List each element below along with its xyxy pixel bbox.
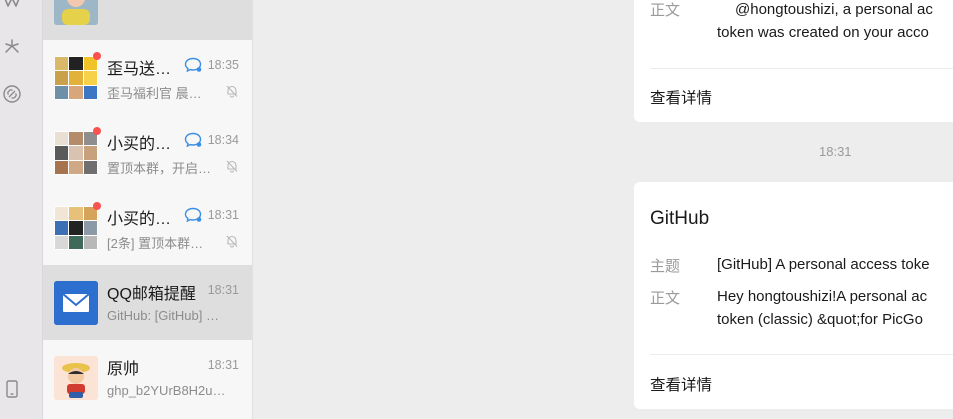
chat-time: 18:35 <box>207 58 239 72</box>
unread-dot <box>93 52 101 60</box>
group-avatar <box>54 56 98 100</box>
chat-title: 原帅 <box>107 361 140 378</box>
subject-text: [GitHub] A personal access toke <box>717 256 930 273</box>
body-line: token was created on your acco <box>717 24 929 41</box>
body-line: @hongtoushizi, a personal ac <box>735 1 933 18</box>
chat-preview: 歪马福利官 晨… <box>107 86 202 101</box>
divider <box>650 68 953 69</box>
wechat-w-icon[interactable] <box>3 0 21 10</box>
card-title: GitHub <box>650 208 710 229</box>
unread-dot <box>93 127 101 135</box>
view-details-link[interactable]: 查看详情 <box>650 373 712 395</box>
chat-time: 18:31 <box>207 283 239 297</box>
chat-item[interactable]: 小买的… 18:34 置顶本群，开启… <box>43 115 252 190</box>
chat-item-qq-mail[interactable]: QQ邮箱提醒 18:31 GitHub: [GitHub] … <box>43 265 252 340</box>
chat-bubble-icon <box>184 207 202 223</box>
chat-time: 18:31 <box>207 358 239 372</box>
group-avatar <box>54 206 98 250</box>
chat-item[interactable]: 原帅 18:31 ghp_b2YUrB8H2u… <box>43 340 252 415</box>
view-details-link[interactable]: 查看详情 <box>650 86 712 108</box>
chat-preview: ghp_b2YUrB8H2u… <box>107 383 226 398</box>
body-label: 正文 <box>650 290 681 307</box>
body-line: token (classic) &quot;for PicGo <box>717 311 923 328</box>
message-timestamp: 18:31 <box>819 144 852 159</box>
chat-preview: 置顶本群，开启… <box>107 161 212 176</box>
body-label: 正文 <box>650 2 681 19</box>
mail-card[interactable]: GitHub 主题 [GitHub] A personal access tok… <box>634 182 953 409</box>
chat-item-top[interactable] <box>43 0 252 40</box>
subject-label: 主题 <box>650 258 681 275</box>
chat-list: 歪马送… 18:35 歪马福利官 晨… 小买的… 18:34 置顶本群，开启… <box>43 0 253 419</box>
divider <box>650 354 953 355</box>
chat-preview: GitHub: [GitHub] … <box>107 308 219 323</box>
mute-bell-icon <box>226 85 238 98</box>
body-line: Hey hongtoushizi!A personal ac <box>717 288 928 305</box>
mute-bell-icon <box>226 160 238 173</box>
mail-card[interactable]: 正文 @hongtoushizi, a personal ac token wa… <box>634 0 953 122</box>
chat-title: 歪马送… <box>107 61 172 78</box>
chat-title: 小买的… <box>107 136 172 153</box>
link-icon[interactable] <box>3 85 21 103</box>
unread-dot <box>93 202 101 210</box>
sparkle-icon[interactable] <box>3 38 21 56</box>
message-pane: 正文 @hongtoushizi, a personal ac token wa… <box>253 0 953 419</box>
chat-time: 18:31 <box>207 208 239 222</box>
chat-title: QQ邮箱提醒 <box>107 286 196 303</box>
chat-preview: [2条] 置顶本群… <box>107 236 204 251</box>
chat-bubble-icon <box>184 132 202 148</box>
nav-rail <box>0 0 43 419</box>
chat-item[interactable]: 小买的… 18:31 [2条] 置顶本群… <box>43 190 252 265</box>
chat-title: 小买的… <box>107 211 172 228</box>
person-photo-avatar <box>54 0 98 25</box>
group-avatar <box>54 131 98 175</box>
chat-item[interactable]: 歪马送… 18:35 歪马福利官 晨… <box>43 40 252 115</box>
mute-bell-icon <box>226 235 238 248</box>
chat-time: 18:34 <box>207 133 239 147</box>
chat-bubble-icon <box>184 57 202 73</box>
phone-icon[interactable] <box>3 380 21 398</box>
cartoon-avatar <box>54 356 98 400</box>
mail-icon <box>54 281 98 325</box>
